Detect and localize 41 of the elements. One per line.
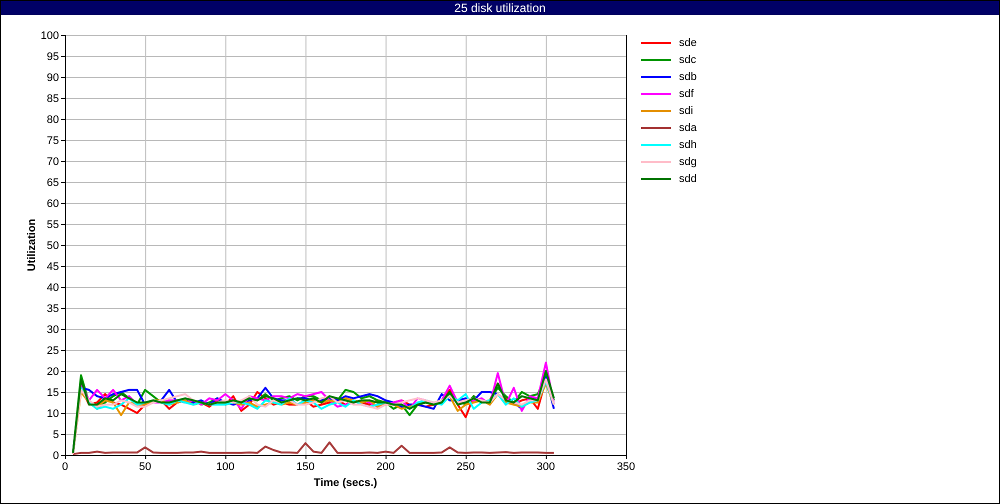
- legend-label: sdb: [679, 71, 697, 83]
- y-tick-label: 5: [52, 429, 59, 441]
- legend-label: sdd: [679, 173, 697, 185]
- legend-label: sde: [679, 37, 697, 49]
- y-tick-label: 50: [46, 240, 59, 252]
- window-title: 25 disk utilization: [1, 1, 999, 15]
- y-tick-label: 10: [46, 408, 59, 420]
- x-tick-label: 0: [62, 461, 68, 473]
- legend-label: sdf: [679, 88, 694, 100]
- legend-label: sdi: [679, 105, 694, 117]
- y-tick-label: 80: [46, 114, 59, 126]
- y-tick-label: 15: [46, 387, 59, 399]
- y-tick-label: 30: [46, 324, 59, 336]
- x-tick-label: 150: [296, 461, 315, 473]
- y-tick-label: 60: [46, 198, 59, 210]
- y-tick-label: 40: [46, 282, 59, 294]
- y-tick-label: 65: [46, 177, 59, 189]
- y-tick-label: 85: [46, 93, 59, 105]
- y-tick-label: 35: [46, 303, 59, 315]
- y-tick-label: 70: [46, 156, 59, 168]
- y-tick-label: 25: [46, 345, 59, 357]
- x-tick-label: 50: [139, 461, 152, 473]
- legend-label: sdg: [679, 156, 697, 168]
- y-tick-label: 100: [40, 30, 59, 42]
- y-tick-label: 45: [46, 261, 59, 273]
- y-tick-label: 55: [46, 219, 59, 231]
- y-tick-label: 95: [46, 51, 59, 63]
- legend-label: sdh: [679, 139, 697, 151]
- y-tick-label: 20: [46, 366, 59, 378]
- legend-label: sdc: [679, 54, 696, 66]
- x-tick-label: 250: [456, 461, 475, 473]
- x-tick-label: 100: [216, 461, 234, 473]
- x-tick-label: 350: [616, 461, 636, 473]
- y-tick-label: 0: [52, 450, 59, 462]
- y-axis-title: Utilization: [26, 218, 38, 272]
- x-tick-label: 200: [376, 461, 395, 473]
- legend-label: sda: [679, 122, 697, 134]
- x-tick-label: 300: [536, 461, 556, 473]
- y-tick-label: 90: [46, 72, 59, 84]
- y-tick-label: 75: [46, 135, 59, 147]
- x-axis-title: Time (secs.): [314, 477, 378, 489]
